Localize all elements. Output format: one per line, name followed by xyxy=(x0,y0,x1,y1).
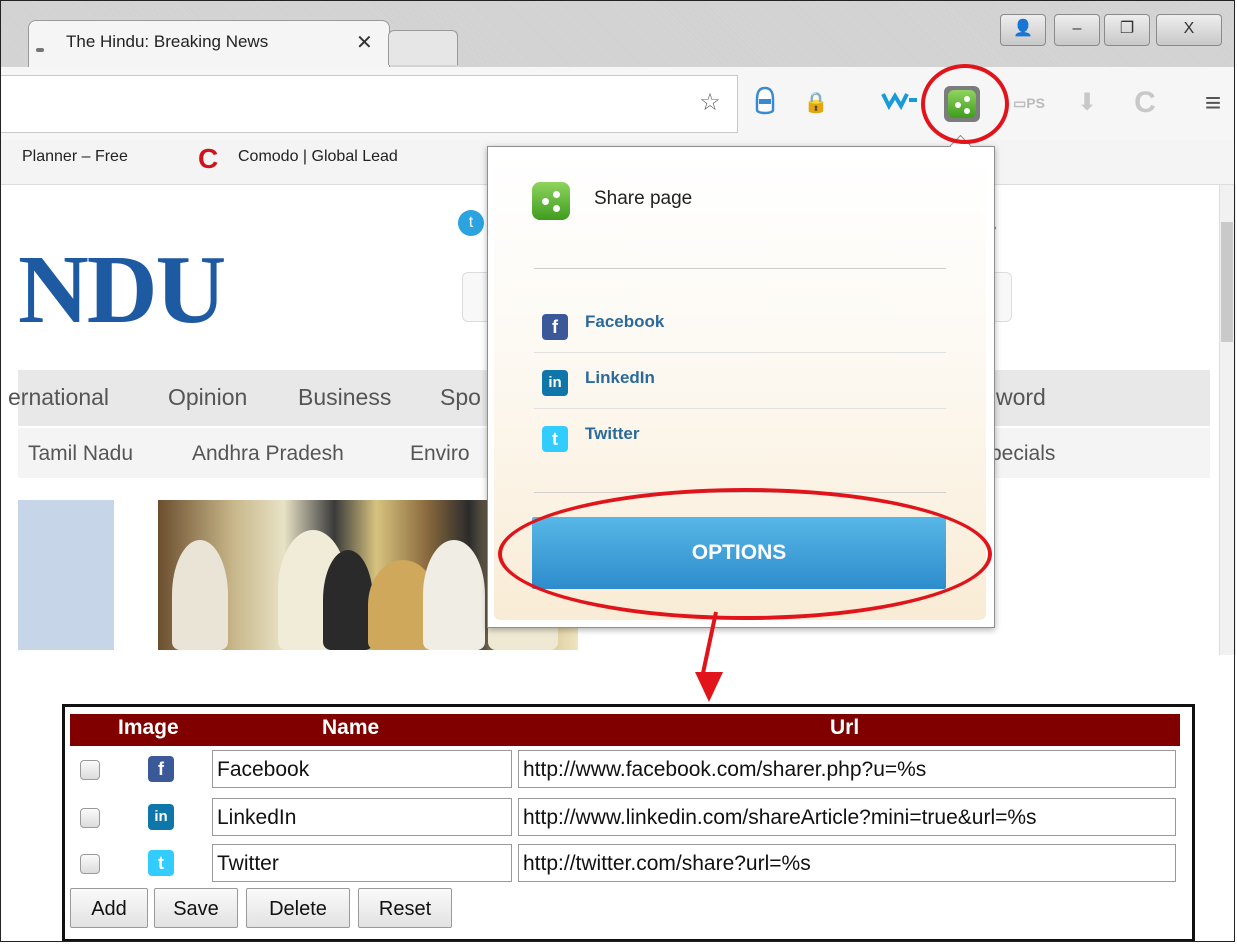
screenshot-frame xyxy=(0,0,1235,942)
